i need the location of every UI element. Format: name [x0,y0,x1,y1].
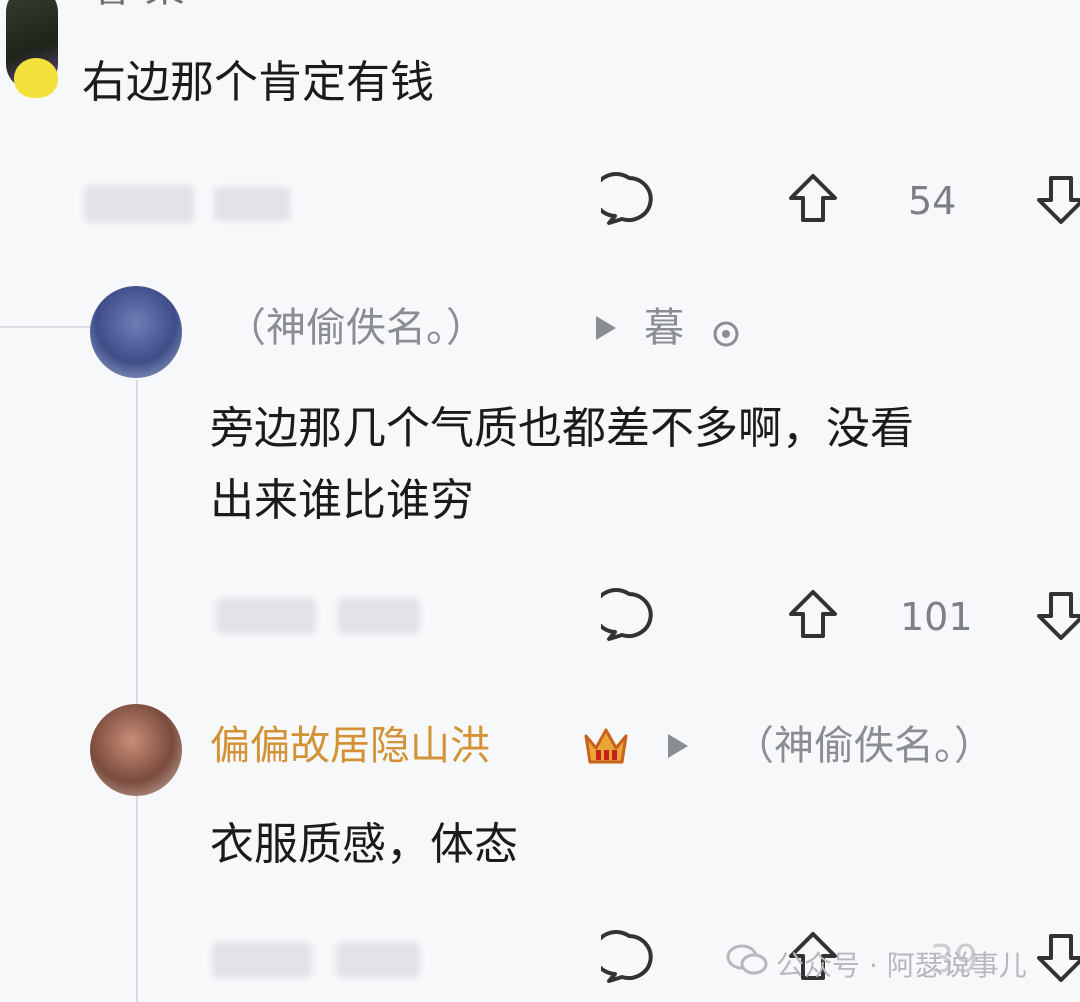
comment-text-line2: 出来谁比谁穷 [210,475,474,526]
reply-to-name[interactable]: 暮 [644,298,684,358]
comment-location [338,598,420,634]
thread-line-vertical [136,380,138,1002]
avatar[interactable] [90,704,182,796]
upvote-icon[interactable] [786,172,840,226]
like-count: 101 [900,595,973,639]
comment-location [214,187,290,221]
comment-time [216,598,316,634]
reply-icon[interactable] [601,930,657,986]
comment-location [336,942,420,978]
comment-text: 衣服质感，体态 [210,819,518,870]
comment-time [212,942,312,978]
reply-to-name[interactable]: （神偷佚名。） [734,716,994,776]
wechat-icon [726,942,768,978]
comment-author[interactable]: （神偷佚名。） [226,298,486,358]
sticker-icon [14,58,58,98]
comment-author[interactable]: 暮 染 [92,0,185,18]
reply-arrow-icon [592,312,620,344]
reply-arrow-icon [664,730,692,762]
comment-time [84,185,194,223]
downvote-icon[interactable] [1034,930,1080,984]
comment-text: 右边那个肯定有钱 [82,57,434,108]
watermark-text: 公众号 · 阿瑟说事儿 [776,949,1027,982]
like-count: 54 [908,179,957,223]
reply-icon[interactable] [601,588,657,644]
avatar[interactable] [90,286,182,378]
badge-icon [706,314,746,354]
crown-icon [580,722,632,770]
downvote-icon[interactable] [1034,588,1080,642]
comment-text-line1: 旁边那几个气质也都差不多啊，没看 [210,403,914,454]
upvote-icon[interactable] [786,588,840,642]
downvote-icon[interactable] [1034,172,1080,226]
reply-icon[interactable] [601,172,657,228]
thread-line-horizontal [0,326,92,328]
comment-author[interactable]: 偏偏故居隐山洪 [210,716,490,776]
